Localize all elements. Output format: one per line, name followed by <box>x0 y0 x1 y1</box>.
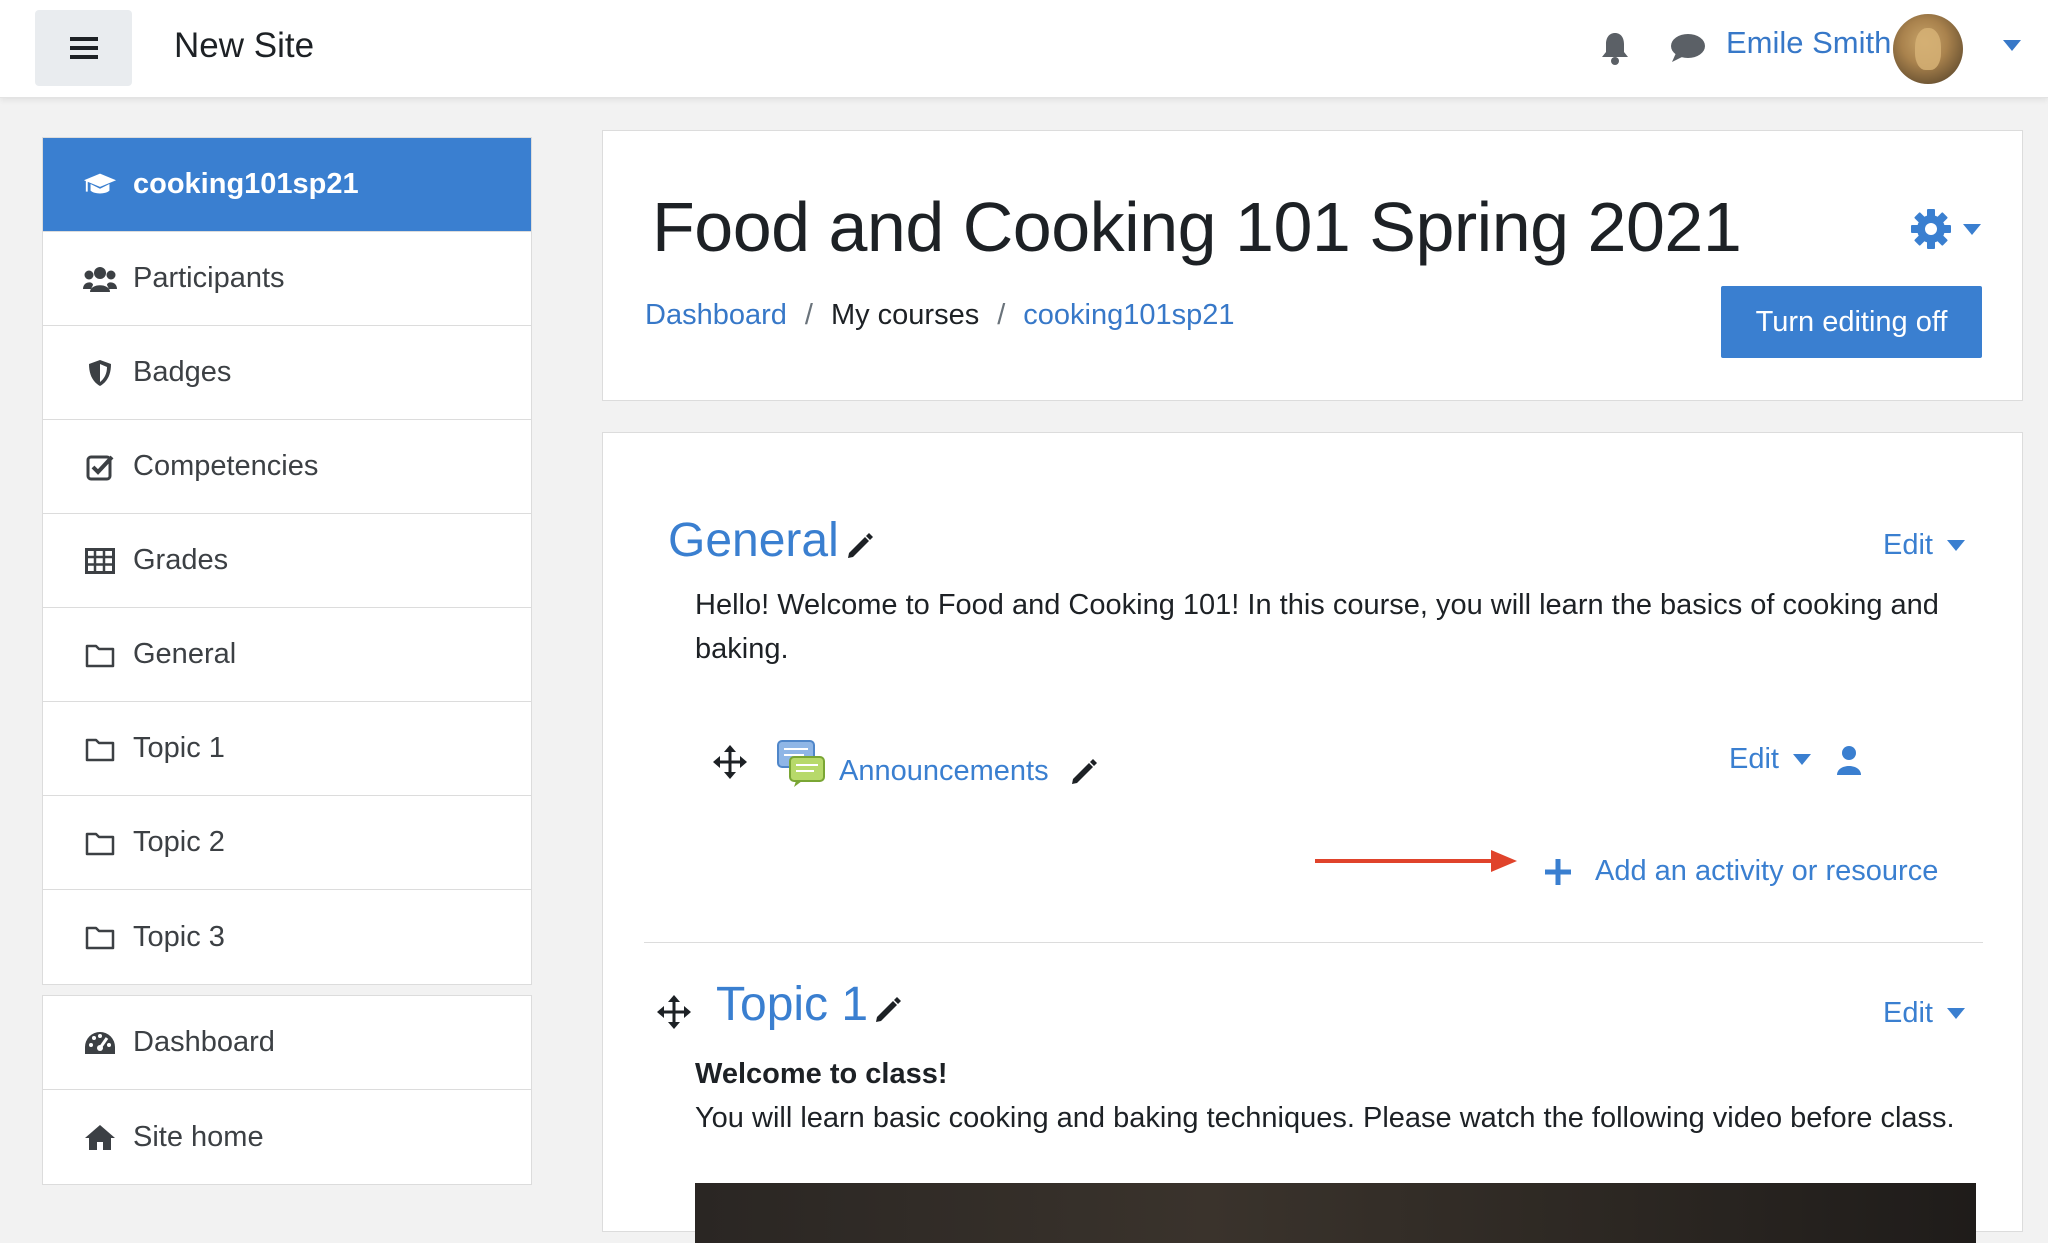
pencil-icon[interactable] <box>1069 757 1099 787</box>
section-summary: Welcome to class! You will learn basic c… <box>695 1052 1985 1140</box>
site-name-link[interactable]: New Site <box>174 26 314 66</box>
summary-text: You will learn basic cooking and baking … <box>695 1102 1955 1134</box>
bell-icon[interactable] <box>1600 31 1630 65</box>
user-name-link[interactable]: Emile Smith <box>1726 25 1891 61</box>
nav-item-participants[interactable]: Participants <box>43 232 531 326</box>
nav-item-label: General <box>133 638 237 670</box>
move-icon[interactable] <box>713 745 747 779</box>
nav-item-label: Dashboard <box>133 1026 275 1058</box>
hamburger-menu-icon <box>69 36 98 60</box>
activity-edit-menu[interactable]: Edit <box>1729 743 1811 776</box>
section-edit-menu[interactable]: Edit <box>1883 997 1965 1030</box>
caret-down-icon <box>1946 1008 1965 1019</box>
folder-icon <box>83 920 117 954</box>
caret-down-icon <box>1963 223 1981 235</box>
course-settings-menu[interactable] <box>1909 207 1981 251</box>
hamburger-menu-button[interactable] <box>35 10 132 86</box>
pencil-icon[interactable] <box>873 995 903 1025</box>
nav-item-badges[interactable]: Badges <box>43 326 531 420</box>
nav-item-site-home[interactable]: Site home <box>43 1090 531 1184</box>
breadcrumb-dashboard-link[interactable]: Dashboard <box>645 299 787 332</box>
section-title-topic-1[interactable]: Topic 1 <box>716 977 868 1032</box>
breadcrumb-separator: / <box>997 299 1006 331</box>
course-nav-group: cooking101sp21 Participants Badges Compe… <box>42 137 532 985</box>
nav-item-label: Site home <box>133 1120 264 1153</box>
table-icon <box>83 544 117 578</box>
nav-item-topic-1[interactable]: Topic 1 <box>43 702 531 796</box>
nav-item-label: Topic 1 <box>133 732 225 764</box>
pencil-icon[interactable] <box>845 531 875 561</box>
page-title: Food and Cooking 101 Spring 2021 <box>652 188 1742 266</box>
nav-drawer: cooking101sp21 Participants Badges Compe… <box>0 98 572 1200</box>
caret-down-icon[interactable] <box>2003 40 2021 51</box>
summary-heading: Welcome to class! <box>695 1058 948 1090</box>
page-header: Food and Cooking 101 Spring 2021 Dashboa… <box>602 130 2023 401</box>
gear-icon <box>1909 207 1953 251</box>
nav-item-course[interactable]: cooking101sp21 <box>43 138 531 232</box>
home-icon <box>83 1120 117 1154</box>
video-player[interactable] <box>695 1183 1976 1243</box>
folder-icon <box>83 826 117 860</box>
person-icon[interactable] <box>1837 745 1861 775</box>
section-title-general[interactable]: General <box>668 513 839 568</box>
edit-label: Edit <box>1883 997 1933 1029</box>
breadcrumb: Dashboard / My courses / cooking101sp21 <box>645 299 1235 332</box>
edit-label: Edit <box>1883 529 1933 561</box>
caret-down-icon <box>1946 540 1965 551</box>
nav-item-label: Grades <box>133 544 229 576</box>
chat-icon[interactable] <box>1670 33 1706 63</box>
nav-item-competencies[interactable]: Competencies <box>43 420 531 514</box>
breadcrumb-my-courses: My courses <box>830 299 980 331</box>
add-activity-link[interactable]: Add an activity or resource <box>1545 855 1938 888</box>
breadcrumb-separator: / <box>804 299 813 331</box>
nav-item-topic-3[interactable]: Topic 3 <box>43 890 531 984</box>
check-square-icon <box>83 450 117 484</box>
section-divider <box>644 942 1983 943</box>
section-summary: Hello! Welcome to Food and Cooking 101! … <box>695 589 1939 665</box>
turn-editing-off-button[interactable]: Turn editing off <box>1721 286 1982 358</box>
nav-item-general[interactable]: General <box>43 608 531 702</box>
folder-icon <box>83 732 117 766</box>
avatar[interactable] <box>1893 14 1963 84</box>
nav-item-label: Participants <box>133 262 285 294</box>
activity-announcements-link[interactable]: Announcements <box>839 755 1049 788</box>
nav-item-topic-2[interactable]: Topic 2 <box>43 796 531 890</box>
folder-icon <box>83 638 117 672</box>
move-icon[interactable] <box>657 995 691 1029</box>
nav-item-label: Competencies <box>133 450 319 482</box>
shield-icon <box>83 356 117 390</box>
course-content: General Edit Hello! Welcome to Food and … <box>602 432 2023 1243</box>
plus-icon <box>1545 858 1571 885</box>
users-icon <box>83 262 117 296</box>
top-navbar: New Site Emile Smith <box>0 0 2048 98</box>
caret-down-icon <box>1792 754 1811 765</box>
forum-icon <box>776 739 826 787</box>
nav-item-label: cooking101sp21 <box>133 168 359 200</box>
add-activity-label: Add an activity or resource <box>1595 855 1939 887</box>
nav-item-grades[interactable]: Grades <box>43 514 531 608</box>
annotation-arrow <box>1313 847 1519 875</box>
breadcrumb-course-link[interactable]: cooking101sp21 <box>1023 299 1234 332</box>
nav-item-label: Topic 2 <box>133 826 225 858</box>
nav-item-label: Topic 3 <box>133 920 225 953</box>
graduation-cap-icon <box>83 168 117 202</box>
edit-label: Edit <box>1729 743 1779 775</box>
section-edit-menu[interactable]: Edit <box>1883 529 1965 562</box>
site-nav-group: Dashboard Site home <box>42 995 532 1185</box>
nav-item-dashboard[interactable]: Dashboard <box>43 996 531 1090</box>
dashboard-icon <box>83 1026 117 1060</box>
nav-item-label: Badges <box>133 356 232 388</box>
